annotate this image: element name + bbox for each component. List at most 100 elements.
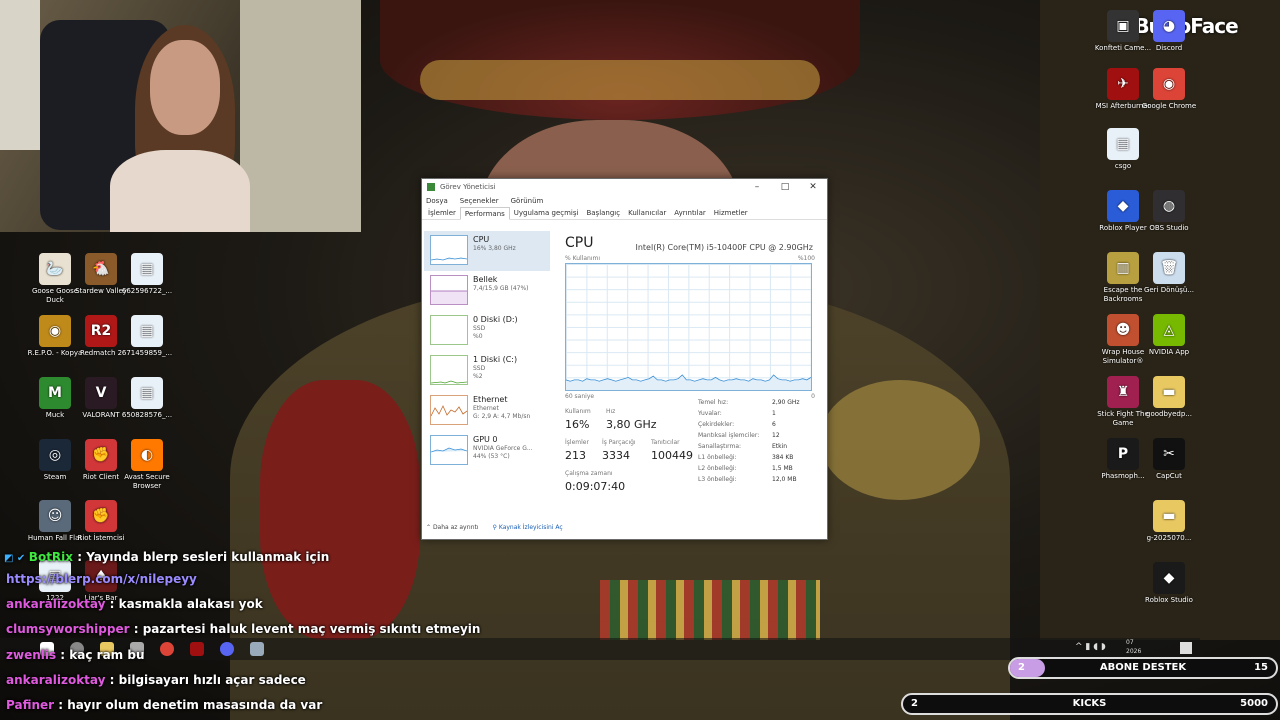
tab-details[interactable]: Ayrıntılar: [670, 207, 710, 219]
desktop-icon-file[interactable]: ▤ 662596722_...: [116, 253, 178, 296]
title-bar[interactable]: Görev Yöneticisi – □ ✕: [422, 179, 827, 195]
tab-services[interactable]: Hizmetler: [710, 207, 752, 219]
desktop-icon-label: CapCut: [1156, 472, 1182, 480]
camera-icon: ▣: [1107, 10, 1139, 42]
sidebar-item-label: 0 Diski (D:): [473, 315, 518, 324]
spec-value: 1: [772, 410, 776, 417]
webcam-feed: [0, 0, 361, 232]
desktop-icon-label: 671459859_...: [121, 349, 173, 357]
cpu-usage-plot: [566, 374, 811, 390]
sidebar-item-disk-c[interactable]: 1 Diski (C:) SSD %2: [424, 351, 550, 391]
chat-username[interactable]: ankaralizoktay: [6, 597, 105, 611]
capcut-icon: ✂: [1153, 438, 1185, 470]
riot-icon: ✊: [85, 500, 117, 532]
chat-username[interactable]: ankaralizoktay: [6, 673, 105, 687]
threads-label: İş Parçacığı: [602, 439, 636, 446]
cpu-detail-panel: CPU Intel(R) Core(TM) i5-10400F CPU @ 2.…: [565, 235, 815, 500]
menu-file[interactable]: Dosya: [426, 195, 448, 207]
tab-app-history[interactable]: Uygulama geçmişi: [510, 207, 583, 219]
desktop-icon-discord[interactable]: ◕ Discord: [1138, 10, 1200, 53]
sidebar-item-detail: SSD: [473, 365, 486, 372]
desktop-icon-roblox-studio[interactable]: ◆ Roblox Studio: [1138, 562, 1200, 605]
processes-label: İşlemler: [565, 439, 589, 446]
desktop-icon-obs[interactable]: ◍ OBS Studio: [1138, 190, 1200, 233]
desktop-icon-folder[interactable]: ▬ goodbyedp...: [1138, 376, 1200, 419]
desktop-icon-folder[interactable]: ▬ g-2025070...: [1138, 500, 1200, 543]
tab-bar: İşlemler Performans Uygulama geçmişi Baş…: [422, 207, 827, 220]
desktop-icon-avast[interactable]: ◐ Avast Secure Browser: [116, 439, 178, 491]
spec-value: Etkin: [772, 443, 788, 450]
window-title: Görev Yöneticisi: [440, 183, 496, 191]
open-resource-monitor-link[interactable]: ⚲ Kaynak İzleyicisini Aç: [493, 524, 563, 531]
handles-label: Tanıtıcılar: [651, 439, 680, 446]
processes-value: 213: [565, 449, 586, 462]
chat-username[interactable]: Pafiner: [6, 698, 54, 712]
stickfight-icon: ♜: [1107, 376, 1139, 408]
speed-value: 3,80 GHz: [606, 418, 657, 431]
desktop-icon-file[interactable]: ▤ 671459859_...: [116, 315, 178, 358]
desktop-icon-riot[interactable]: ✊ Riot İstemcisi: [70, 500, 132, 543]
window-footer: ⌃ Daha az ayrıntı ⚲ Kaynak İzleyicisini …: [426, 524, 563, 531]
sidebar-item-label: 1 Diski (C:): [473, 355, 518, 364]
roblox-studio-icon: ◆: [1153, 562, 1185, 594]
tab-processes[interactable]: İşlemler: [424, 207, 460, 219]
close-button[interactable]: ✕: [799, 179, 827, 195]
usage-label: Kullanım: [565, 408, 591, 415]
systray-clock[interactable]: 07 2026: [1126, 638, 1141, 656]
chat-separator: :: [56, 648, 70, 662]
wraphouse-icon: ☻: [1107, 314, 1139, 346]
tab-startup[interactable]: Başlangıç: [582, 207, 624, 219]
sidebar-item-ethernet[interactable]: Ethernet Ethernet G: 2,9 A: 4,7 Mb/sn: [424, 391, 550, 431]
ethernet-thumbnail-graph: [430, 395, 468, 425]
fewer-details-link[interactable]: ⌃ Daha az ayrıntı: [426, 524, 479, 531]
task-manager-window: Görev Yöneticisi – □ ✕ Dosya Seçenekler …: [421, 178, 828, 540]
tab-performance[interactable]: Performans: [459, 207, 510, 220]
goal-target: 15: [1254, 662, 1268, 673]
chat-message: clumsyworshipper : pazartesi haluk leven…: [6, 622, 546, 636]
notification-icon[interactable]: [1180, 642, 1192, 654]
desktop-icon-chrome[interactable]: ◉ Google Chrome: [1138, 68, 1200, 111]
sidebar-item-memory[interactable]: Bellek 7,4/15,9 GB (47%): [424, 271, 550, 311]
desktop-icon-capcut[interactable]: ✂ CapCut: [1138, 438, 1200, 481]
uptime-value: 0:09:07:40: [565, 480, 626, 493]
menu-options[interactable]: Seçenekler: [460, 195, 499, 207]
menu-bar: Dosya Seçenekler Görünüm: [422, 195, 827, 207]
chat-message: ankaralizoktay : kasmakla alakası yok: [6, 597, 546, 611]
desktop-icon-label: Discord: [1155, 44, 1183, 52]
backrooms-icon: ▥: [1107, 252, 1139, 284]
sidebar-item-detail: 16% 3,80 GHz: [473, 245, 516, 252]
systray-icons[interactable]: ^ ▮ ◖ ◗: [1075, 642, 1125, 656]
clock-date: 2026: [1126, 648, 1142, 655]
sidebar-item-disk-d[interactable]: 0 Diski (D:) SSD %0: [424, 311, 550, 351]
spec-label: L1 önbelleği:: [698, 454, 737, 461]
cpu-usage-area: [566, 374, 811, 390]
clock-time: 07: [1126, 639, 1134, 646]
chat-link[interactable]: https://blerp.com/x/nilepeyy: [6, 572, 197, 586]
spec-value: 12,0 MB: [772, 476, 797, 483]
folder-icon: ▬: [1153, 376, 1185, 408]
sidebar-item-label: Bellek: [473, 275, 498, 284]
sidebar-item-gpu[interactable]: GPU 0 NVIDIA GeForce G... 44% (53 °C): [424, 431, 550, 471]
riot-icon: ✊: [85, 439, 117, 471]
desktop-icon-file[interactable]: ▤ csgo: [1092, 128, 1154, 171]
sidebar-item-detail: 7,4/15,9 GB (47%): [473, 285, 529, 292]
spec-label: Çekirdekler:: [698, 421, 735, 428]
desktop-icon-nvidia[interactable]: ◬ NVIDIA App: [1138, 314, 1200, 357]
chat-username[interactable]: clumsyworshipper: [6, 622, 130, 636]
maximize-button[interactable]: □: [771, 179, 799, 195]
desktop-icon-label: Google Chrome: [1141, 102, 1197, 110]
handles-value: 100449: [651, 449, 693, 462]
menu-view[interactable]: Görünüm: [511, 195, 544, 207]
desktop-icon-recycle-bin[interactable]: 🗑 Geri Dönüşü...: [1138, 252, 1200, 295]
tab-users[interactable]: Kullanıcılar: [624, 207, 670, 219]
goal-target: 5000: [1240, 698, 1268, 709]
sidebar-item-cpu[interactable]: CPU 16% 3,80 GHz: [424, 231, 550, 271]
minimize-button[interactable]: –: [743, 179, 771, 195]
desktop-icon-label: OBS Studio: [1149, 224, 1189, 232]
chat-username[interactable]: BotRix: [29, 550, 73, 564]
desktop-icon-file[interactable]: ▤ 650828576_...: [116, 377, 178, 420]
chat-username[interactable]: zwenlis: [6, 648, 56, 662]
gpu-thumbnail-graph: [430, 435, 468, 465]
msi-icon: ✈: [1107, 68, 1139, 100]
recycle-bin-icon: 🗑: [1153, 252, 1185, 284]
